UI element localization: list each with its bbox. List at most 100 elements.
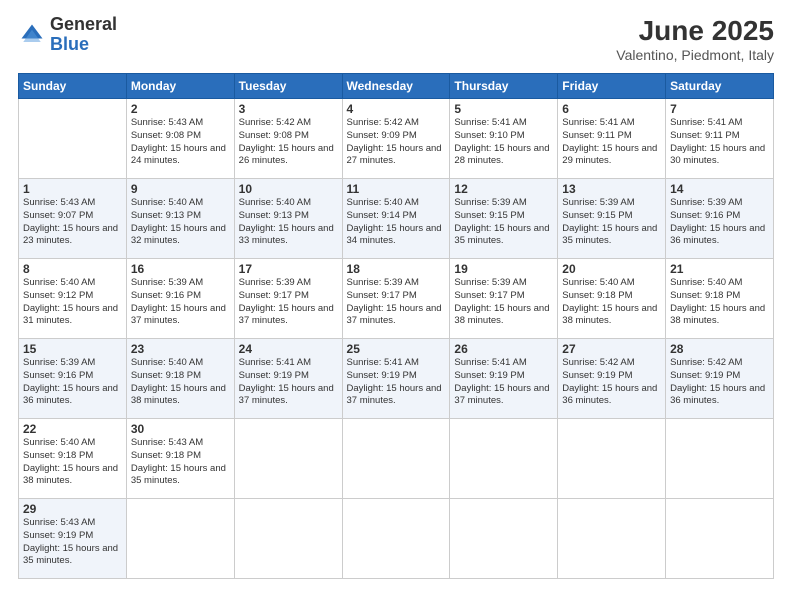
calendar-day-21: 21Sunrise: 5:40 AMSunset: 9:18 PMDayligh… bbox=[666, 259, 774, 339]
calendar-week-1: 1Sunrise: 5:43 AMSunset: 9:07 PMDaylight… bbox=[19, 179, 774, 259]
day-info: Sunrise: 5:40 AMSunset: 9:14 PMDaylight:… bbox=[347, 197, 446, 248]
calendar-day-4: 4Sunrise: 5:42 AMSunset: 9:09 PMDaylight… bbox=[342, 99, 450, 179]
col-sunday: Sunday bbox=[19, 74, 127, 99]
logo-text: General Blue bbox=[50, 15, 117, 55]
day-number: 8 bbox=[23, 262, 122, 276]
calendar-day-28: 28Sunrise: 5:42 AMSunset: 9:19 PMDayligh… bbox=[666, 339, 774, 419]
day-number: 1 bbox=[23, 182, 122, 196]
day-info: Sunrise: 5:41 AMSunset: 9:19 PMDaylight:… bbox=[239, 357, 338, 408]
logo: General Blue bbox=[18, 15, 117, 55]
day-number: 4 bbox=[347, 102, 446, 116]
calendar-day-7: 7Sunrise: 5:41 AMSunset: 9:11 PMDaylight… bbox=[666, 99, 774, 179]
calendar-week-3: 15Sunrise: 5:39 AMSunset: 9:16 PMDayligh… bbox=[19, 339, 774, 419]
day-info: Sunrise: 5:42 AMSunset: 9:09 PMDaylight:… bbox=[347, 117, 446, 168]
day-info: Sunrise: 5:43 AMSunset: 9:18 PMDaylight:… bbox=[131, 437, 230, 488]
day-number: 7 bbox=[670, 102, 769, 116]
calendar: Sunday Monday Tuesday Wednesday Thursday… bbox=[18, 73, 774, 579]
calendar-day-2: 2Sunrise: 5:43 AMSunset: 9:08 PMDaylight… bbox=[126, 99, 234, 179]
calendar-week-5: 29Sunrise: 5:43 AMSunset: 9:19 PMDayligh… bbox=[19, 499, 774, 579]
day-number: 9 bbox=[131, 182, 230, 196]
day-number: 12 bbox=[454, 182, 553, 196]
col-saturday: Saturday bbox=[666, 74, 774, 99]
day-info: Sunrise: 5:41 AMSunset: 9:11 PMDaylight:… bbox=[562, 117, 661, 168]
day-info: Sunrise: 5:40 AMSunset: 9:12 PMDaylight:… bbox=[23, 277, 122, 328]
calendar-day-5: 5Sunrise: 5:41 AMSunset: 9:10 PMDaylight… bbox=[450, 99, 558, 179]
logo-general: General bbox=[50, 15, 117, 35]
col-monday: Monday bbox=[126, 74, 234, 99]
day-info: Sunrise: 5:39 AMSunset: 9:17 PMDaylight:… bbox=[454, 277, 553, 328]
calendar-day-29: 29Sunrise: 5:43 AMSunset: 9:19 PMDayligh… bbox=[19, 499, 127, 579]
day-info: Sunrise: 5:41 AMSunset: 9:19 PMDaylight:… bbox=[347, 357, 446, 408]
calendar-day-15: 15Sunrise: 5:39 AMSunset: 9:16 PMDayligh… bbox=[19, 339, 127, 419]
subtitle: Valentino, Piedmont, Italy bbox=[616, 47, 774, 63]
col-wednesday: Wednesday bbox=[342, 74, 450, 99]
day-info: Sunrise: 5:39 AMSunset: 9:17 PMDaylight:… bbox=[239, 277, 338, 328]
day-number: 16 bbox=[131, 262, 230, 276]
day-number: 11 bbox=[347, 182, 446, 196]
day-number: 18 bbox=[347, 262, 446, 276]
day-info: Sunrise: 5:39 AMSunset: 9:16 PMDaylight:… bbox=[131, 277, 230, 328]
calendar-week-2: 8Sunrise: 5:40 AMSunset: 9:12 PMDaylight… bbox=[19, 259, 774, 339]
day-number: 13 bbox=[562, 182, 661, 196]
header: General Blue June 2025 Valentino, Piedmo… bbox=[18, 15, 774, 63]
day-info: Sunrise: 5:40 AMSunset: 9:18 PMDaylight:… bbox=[131, 357, 230, 408]
day-number: 24 bbox=[239, 342, 338, 356]
calendar-day-25: 25Sunrise: 5:41 AMSunset: 9:19 PMDayligh… bbox=[342, 339, 450, 419]
day-info: Sunrise: 5:43 AMSunset: 9:19 PMDaylight:… bbox=[23, 517, 122, 568]
day-number: 20 bbox=[562, 262, 661, 276]
day-info: Sunrise: 5:39 AMSunset: 9:15 PMDaylight:… bbox=[454, 197, 553, 248]
day-number: 25 bbox=[347, 342, 446, 356]
header-row: Sunday Monday Tuesday Wednesday Thursday… bbox=[19, 74, 774, 99]
logo-blue: Blue bbox=[50, 35, 117, 55]
calendar-day-19: 19Sunrise: 5:39 AMSunset: 9:17 PMDayligh… bbox=[450, 259, 558, 339]
calendar-day-12: 12Sunrise: 5:39 AMSunset: 9:15 PMDayligh… bbox=[450, 179, 558, 259]
day-info: Sunrise: 5:42 AMSunset: 9:19 PMDaylight:… bbox=[670, 357, 769, 408]
calendar-day-17: 17Sunrise: 5:39 AMSunset: 9:17 PMDayligh… bbox=[234, 259, 342, 339]
day-info: Sunrise: 5:42 AMSunset: 9:08 PMDaylight:… bbox=[239, 117, 338, 168]
day-info: Sunrise: 5:41 AMSunset: 9:19 PMDaylight:… bbox=[454, 357, 553, 408]
month-title: June 2025 bbox=[616, 15, 774, 47]
calendar-day-14: 14Sunrise: 5:39 AMSunset: 9:16 PMDayligh… bbox=[666, 179, 774, 259]
day-info: Sunrise: 5:42 AMSunset: 9:19 PMDaylight:… bbox=[562, 357, 661, 408]
day-number: 3 bbox=[239, 102, 338, 116]
calendar-day-11: 11Sunrise: 5:40 AMSunset: 9:14 PMDayligh… bbox=[342, 179, 450, 259]
calendar-week-0: 2Sunrise: 5:43 AMSunset: 9:08 PMDaylight… bbox=[19, 99, 774, 179]
day-info: Sunrise: 5:40 AMSunset: 9:18 PMDaylight:… bbox=[670, 277, 769, 328]
calendar-day-1: 1Sunrise: 5:43 AMSunset: 9:07 PMDaylight… bbox=[19, 179, 127, 259]
day-number: 6 bbox=[562, 102, 661, 116]
calendar-day-23: 23Sunrise: 5:40 AMSunset: 9:18 PMDayligh… bbox=[126, 339, 234, 419]
day-number: 15 bbox=[23, 342, 122, 356]
day-info: Sunrise: 5:39 AMSunset: 9:17 PMDaylight:… bbox=[347, 277, 446, 328]
calendar-day-26: 26Sunrise: 5:41 AMSunset: 9:19 PMDayligh… bbox=[450, 339, 558, 419]
day-info: Sunrise: 5:43 AMSunset: 9:08 PMDaylight:… bbox=[131, 117, 230, 168]
col-friday: Friday bbox=[558, 74, 666, 99]
day-number: 10 bbox=[239, 182, 338, 196]
day-info: Sunrise: 5:39 AMSunset: 9:16 PMDaylight:… bbox=[23, 357, 122, 408]
calendar-day-6: 6Sunrise: 5:41 AMSunset: 9:11 PMDaylight… bbox=[558, 99, 666, 179]
day-info: Sunrise: 5:40 AMSunset: 9:13 PMDaylight:… bbox=[239, 197, 338, 248]
day-number: 26 bbox=[454, 342, 553, 356]
calendar-day-30: 30Sunrise: 5:43 AMSunset: 9:18 PMDayligh… bbox=[126, 419, 234, 499]
day-info: Sunrise: 5:40 AMSunset: 9:18 PMDaylight:… bbox=[23, 437, 122, 488]
day-info: Sunrise: 5:41 AMSunset: 9:11 PMDaylight:… bbox=[670, 117, 769, 168]
day-info: Sunrise: 5:39 AMSunset: 9:15 PMDaylight:… bbox=[562, 197, 661, 248]
page: General Blue June 2025 Valentino, Piedmo… bbox=[0, 0, 792, 612]
day-number: 29 bbox=[23, 502, 122, 516]
day-number: 19 bbox=[454, 262, 553, 276]
day-info: Sunrise: 5:41 AMSunset: 9:10 PMDaylight:… bbox=[454, 117, 553, 168]
calendar-day-22: 22Sunrise: 5:40 AMSunset: 9:18 PMDayligh… bbox=[19, 419, 127, 499]
calendar-day-20: 20Sunrise: 5:40 AMSunset: 9:18 PMDayligh… bbox=[558, 259, 666, 339]
day-info: Sunrise: 5:40 AMSunset: 9:13 PMDaylight:… bbox=[131, 197, 230, 248]
calendar-day-9: 9Sunrise: 5:40 AMSunset: 9:13 PMDaylight… bbox=[126, 179, 234, 259]
day-number: 14 bbox=[670, 182, 769, 196]
calendar-day-3: 3Sunrise: 5:42 AMSunset: 9:08 PMDaylight… bbox=[234, 99, 342, 179]
day-number: 17 bbox=[239, 262, 338, 276]
calendar-day-27: 27Sunrise: 5:42 AMSunset: 9:19 PMDayligh… bbox=[558, 339, 666, 419]
calendar-week-4: 22Sunrise: 5:40 AMSunset: 9:18 PMDayligh… bbox=[19, 419, 774, 499]
day-number: 30 bbox=[131, 422, 230, 436]
day-number: 5 bbox=[454, 102, 553, 116]
col-tuesday: Tuesday bbox=[234, 74, 342, 99]
calendar-day-8: 8Sunrise: 5:40 AMSunset: 9:12 PMDaylight… bbox=[19, 259, 127, 339]
calendar-day-24: 24Sunrise: 5:41 AMSunset: 9:19 PMDayligh… bbox=[234, 339, 342, 419]
day-number: 28 bbox=[670, 342, 769, 356]
